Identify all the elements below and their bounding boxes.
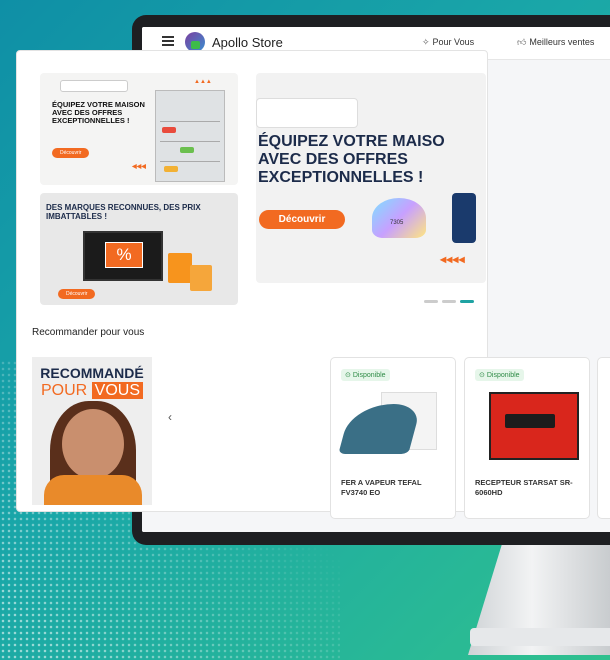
hero-title-line: EXCEPTIONNELLES !: [258, 169, 424, 186]
steam-iron-image: [338, 404, 422, 454]
air-conditioner-image: [60, 80, 128, 92]
smart-lamp-image: 7305: [372, 198, 426, 238]
banner-brands[interactable]: DES MARQUES RECONNUES, DES PRIX IMBATTAB…: [40, 193, 238, 305]
carousel-prev-icon[interactable]: ‹: [168, 410, 172, 424]
receiver-image: [505, 414, 555, 428]
arrows-decoration: ▲▲▲: [194, 79, 212, 85]
carousel-dot[interactable]: [442, 300, 456, 303]
product-image: [479, 386, 579, 466]
availability-badge: ⊙ Disponible: [475, 369, 524, 381]
hero-title-line: AVEC DES OFFRES: [258, 151, 408, 168]
product-card[interactable]: ⊙ Disponible FER A VAPEUR TEFAL FV3740 EO: [330, 357, 456, 519]
product-card[interactable]: ⊙ Disponible RECEPTEUR STARSAT SR-6060HD: [464, 357, 590, 519]
promo-title: RECOMMANDÉ: [40, 365, 144, 381]
shopping-bag-image: [168, 253, 192, 283]
air-conditioner-image: [256, 98, 358, 128]
banner-home-appliances[interactable]: ▲▲▲ ÉQUIPEZ VOTRE MAISON AVEC DES OFFRES…: [40, 73, 238, 185]
nav-pour-vous[interactable]: ✧ Pour Vous: [422, 37, 474, 48]
hamburger-menu-icon[interactable]: [162, 36, 174, 46]
percent-sign: %: [105, 242, 143, 268]
discover-button[interactable]: Découvrir: [259, 210, 345, 229]
lamp-clock-text: 7305: [390, 220, 404, 226]
recommended-promo-banner[interactable]: RECOMMANDÉ POUR VOUS: [32, 357, 152, 505]
woman-shirt: [44, 475, 142, 505]
arrows-decoration: ◀◀◀: [132, 164, 146, 170]
promo-subtitle-part: POUR: [40, 382, 88, 399]
woman-face: [62, 409, 124, 479]
carousel-dot-active[interactable]: [460, 300, 474, 303]
product-name[interactable]: RECEPTEUR STARSAT SR-6060HD: [475, 478, 583, 498]
monitor-stand-base: [470, 628, 610, 646]
tv-image: %: [83, 231, 163, 281]
sparkle-icon: ✧: [422, 37, 430, 47]
apollo-logo-icon[interactable]: [185, 32, 205, 52]
fridge-image: [155, 90, 225, 182]
banner-title: ÉQUIPEZ VOTRE MAISON AVEC DES OFFRES EXC…: [52, 100, 145, 125]
carousel-indicators: [424, 290, 478, 308]
section-title: Recommander pour vous: [32, 327, 145, 338]
product-image: [338, 386, 441, 466]
thumbs-up-icon: 👍︎: [517, 37, 527, 47]
shopping-bag-image: [190, 265, 212, 291]
availability-label: Disponible: [486, 372, 520, 379]
smartphone-image: [452, 193, 476, 243]
check-circle-icon: ⊙: [479, 372, 485, 379]
availability-badge: ⊙ Disponible: [341, 369, 390, 381]
carousel-dot[interactable]: [424, 300, 438, 303]
promo-subtitle: POUR VOUS: [32, 382, 152, 400]
availability-label: Disponible: [352, 372, 386, 379]
banner-hero[interactable]: ÉQUIPEZ VOTRE MAISO AVEC DES OFFRES EXCE…: [256, 73, 486, 283]
nav-meilleurs-ventes-label: Meilleurs ventes: [529, 37, 595, 47]
nav-meilleurs-ventes[interactable]: 👍︎ Meilleurs ventes: [517, 37, 594, 48]
discover-button[interactable]: Découvrir: [52, 148, 90, 158]
discover-button[interactable]: Découvrir: [58, 289, 96, 299]
product-card-partial[interactable]: [597, 357, 610, 519]
promo-subtitle-highlight: VOUS: [91, 382, 144, 399]
hero-title: ÉQUIPEZ VOTRE MAISO AVEC DES OFFRES EXCE…: [258, 133, 486, 187]
brand-name[interactable]: Apollo Store: [212, 35, 283, 50]
banner-title: DES MARQUES RECONNUES, DES PRIX IMBATTAB…: [46, 203, 201, 221]
check-circle-icon: ⊙: [345, 372, 351, 379]
arrows-decoration: ◀◀◀◀: [440, 255, 465, 264]
hero-title-line: ÉQUIPEZ VOTRE MAISO: [258, 133, 445, 150]
nav-pour-vous-label: Pour Vous: [432, 37, 475, 47]
product-name[interactable]: FER A VAPEUR TEFAL FV3740 EO: [341, 478, 449, 498]
